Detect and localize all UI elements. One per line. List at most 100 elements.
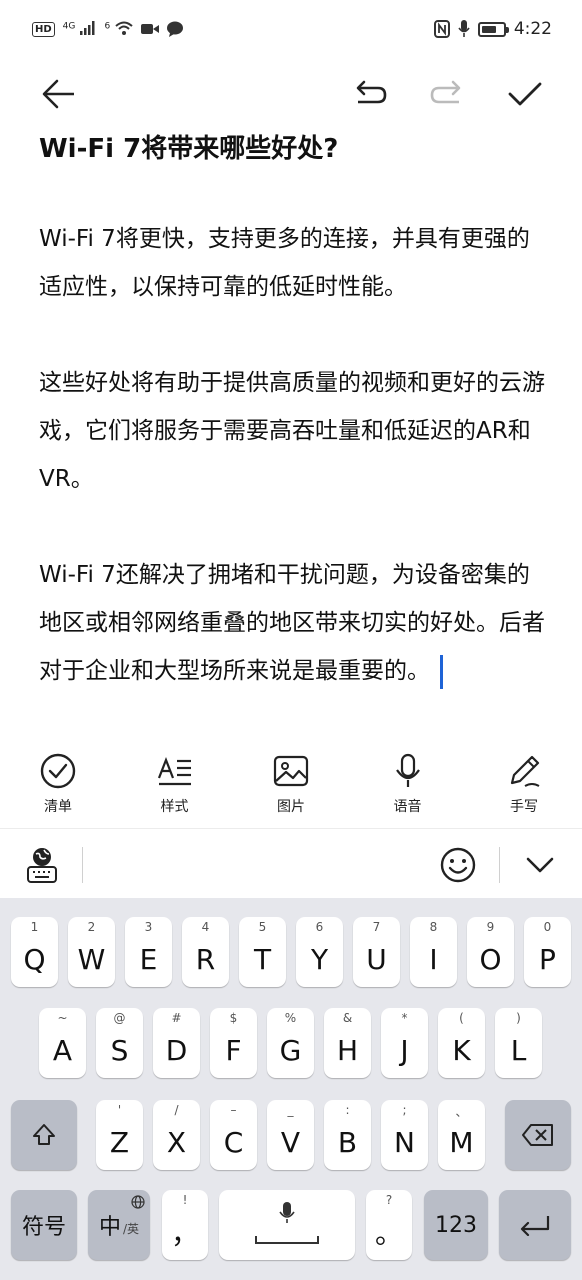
key-r[interactable]: 4R bbox=[182, 917, 229, 987]
note-paragraph-3[interactable]: Wi-Fi 7还解决了拥堵和干扰问题，为设备密集的地区或相邻网络重叠的地区带来切… bbox=[39, 551, 549, 695]
text-style-label: 样式 bbox=[160, 799, 189, 815]
key-label: Z bbox=[109, 1125, 130, 1159]
key-b[interactable]: :B bbox=[324, 1100, 371, 1170]
key-t[interactable]: 5T bbox=[239, 917, 286, 987]
key-w[interactable]: 2W bbox=[68, 917, 115, 987]
key-label: B bbox=[337, 1125, 358, 1159]
undo-button[interactable] bbox=[348, 72, 392, 116]
done-button[interactable] bbox=[503, 72, 547, 116]
checklist-button[interactable]: 清单 bbox=[16, 752, 100, 824]
battery-fill bbox=[481, 25, 496, 33]
period-key[interactable]: ? 。 bbox=[366, 1190, 412, 1260]
note-paragraph-1[interactable]: Wi-Fi 7将更快，支持更多的连接，并具有更强的适应性，以保持可靠的低延时性能… bbox=[39, 215, 549, 311]
key-j[interactable]: * J bbox=[381, 1008, 428, 1078]
key-n[interactable]: ; N bbox=[381, 1100, 428, 1170]
key-a[interactable]: ~ A bbox=[39, 1008, 86, 1078]
enter-key[interactable] bbox=[499, 1190, 571, 1260]
key-f[interactable]: $ F bbox=[210, 1008, 257, 1078]
symbols-key[interactable]: 符号 bbox=[11, 1190, 77, 1260]
microphone-status-icon bbox=[458, 20, 470, 37]
status-left: HD 4G 6 bbox=[32, 20, 184, 39]
comma-key[interactable]: ! ， bbox=[162, 1190, 208, 1260]
note-editor[interactable]: Wi-Fi 7将带来哪些好处? Wi-Fi 7将更快，支持更多的连接，并具有更强… bbox=[39, 128, 549, 695]
note-title[interactable]: Wi-Fi 7将带来哪些好处? bbox=[39, 128, 549, 170]
key-label: Q bbox=[23, 942, 46, 976]
emoji-button[interactable] bbox=[439, 846, 477, 884]
header-divider-left bbox=[82, 847, 83, 883]
key-l[interactable]: ) L bbox=[495, 1008, 542, 1078]
key-s[interactable]: @ S bbox=[96, 1008, 143, 1078]
key-q[interactable]: 1Q bbox=[11, 917, 58, 987]
key-hint: * bbox=[401, 1011, 408, 1025]
key-label: N bbox=[394, 1125, 415, 1159]
space-key[interactable] bbox=[219, 1190, 355, 1260]
key-label: R bbox=[195, 942, 216, 976]
image-button[interactable]: 图片 bbox=[249, 752, 333, 824]
key-h[interactable]: & H bbox=[324, 1008, 371, 1078]
key-hint: ~ bbox=[57, 1011, 68, 1025]
text-style-button[interactable]: 样式 bbox=[133, 752, 217, 824]
language-switch-key[interactable]: 中/英 bbox=[88, 1190, 150, 1260]
microphone-icon bbox=[395, 753, 420, 787]
key-y[interactable]: 6Y bbox=[296, 917, 343, 987]
key-hint: 8 bbox=[429, 920, 438, 934]
key-label: E bbox=[139, 942, 158, 976]
key-k[interactable]: (K bbox=[438, 1008, 485, 1078]
period-key-label: 。 bbox=[374, 1217, 403, 1250]
key-hint: $ bbox=[229, 1011, 238, 1025]
key-i[interactable]: 8I bbox=[410, 917, 457, 987]
backspace-key[interactable] bbox=[505, 1100, 571, 1170]
key-p[interactable]: 0P bbox=[524, 917, 571, 987]
key-hint: / bbox=[174, 1103, 179, 1117]
key-d[interactable]: # D bbox=[153, 1008, 200, 1078]
hide-keyboard-button[interactable] bbox=[522, 849, 558, 881]
backspace-icon bbox=[522, 1124, 553, 1146]
key-label: Y bbox=[310, 942, 329, 976]
period-key-hint: ? bbox=[385, 1193, 393, 1207]
image-icon bbox=[273, 755, 309, 787]
key-x[interactable]: / X bbox=[153, 1100, 200, 1170]
checklist-label: 清单 bbox=[44, 799, 72, 815]
key-z[interactable]: ' Z bbox=[96, 1100, 143, 1170]
microphone-small-icon bbox=[279, 1202, 295, 1223]
status-bar: HD 4G 6 4:22 bbox=[0, 0, 582, 58]
numbers-key[interactable]: 123 bbox=[424, 1190, 488, 1260]
key-c[interactable]: – C bbox=[210, 1100, 257, 1170]
key-label: A bbox=[52, 1033, 73, 1067]
key-e[interactable]: 3E bbox=[125, 917, 172, 987]
undo-icon bbox=[356, 80, 387, 104]
voice-button[interactable]: 语音 bbox=[366, 752, 450, 824]
keyboard-settings-button[interactable] bbox=[22, 845, 62, 885]
voice-label: 语音 bbox=[393, 799, 422, 815]
shift-key[interactable] bbox=[11, 1100, 77, 1170]
key-label: X bbox=[166, 1125, 187, 1159]
key-label: U bbox=[366, 942, 387, 976]
key-label: V bbox=[280, 1125, 301, 1159]
key-u[interactable]: 7U bbox=[353, 917, 400, 987]
key-hint: ; bbox=[402, 1103, 407, 1117]
network-type-label: 4G bbox=[62, 21, 76, 32]
key-o[interactable]: 9O bbox=[467, 917, 514, 987]
note-paragraph-3-text[interactable]: Wi-Fi 7还解决了拥堵和干扰问题，为设备密集的地区或相邻网络重叠的地区带来切… bbox=[39, 562, 545, 684]
signal-strength-icon: 4G bbox=[63, 20, 97, 39]
handwriting-button[interactable]: 手写 bbox=[482, 752, 566, 824]
numbers-key-label: 123 bbox=[435, 1212, 477, 1238]
key-m[interactable]: 、 M bbox=[438, 1100, 485, 1170]
video-icon bbox=[141, 24, 160, 34]
redo-button[interactable] bbox=[425, 72, 469, 116]
key-g[interactable]: % G bbox=[267, 1008, 314, 1078]
key-hint: – bbox=[230, 1103, 237, 1117]
comma-key-label: ， bbox=[170, 1217, 199, 1250]
key-hint: 9 bbox=[486, 920, 495, 934]
key-label: L bbox=[510, 1033, 527, 1067]
language-main-label: 中 bbox=[98, 1215, 121, 1240]
symbols-key-label: 符号 bbox=[21, 1215, 66, 1240]
shift-icon bbox=[33, 1124, 55, 1145]
key-v[interactable]: _ V bbox=[267, 1100, 314, 1170]
battery-icon bbox=[477, 21, 509, 37]
note-paragraph-2[interactable]: 这些好处将有助于提供高质量的视频和更好的云游戏，它们将服务于需要高吞吐量和低延迟… bbox=[39, 359, 549, 503]
key-label: O bbox=[479, 942, 502, 976]
back-button[interactable] bbox=[36, 72, 80, 116]
key-label: D bbox=[165, 1033, 188, 1067]
text-cursor bbox=[440, 654, 443, 689]
